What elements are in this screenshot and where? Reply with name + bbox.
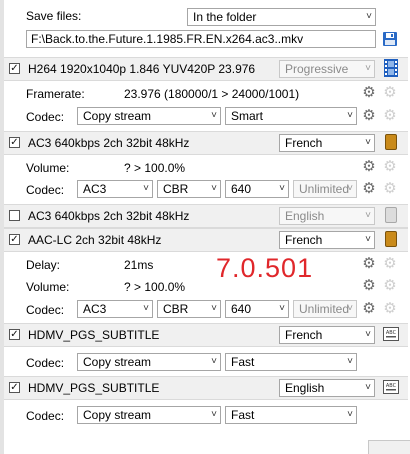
svg-text:ABC: ABC xyxy=(386,383,397,389)
chevron-down-icon: ˅ xyxy=(279,303,285,314)
sub1-track-checkbox[interactable]: ✓ xyxy=(9,329,20,340)
audio3-volume-label: Volume: xyxy=(26,280,70,294)
chevron-down-icon: ˅ xyxy=(143,303,149,314)
save-files-label: Save files: xyxy=(26,9,82,23)
chevron-down-icon: ˅ xyxy=(366,11,372,22)
gear-icon[interactable]: ⚙ xyxy=(361,256,377,272)
gear-icon[interactable]: ⚙ xyxy=(382,278,398,294)
sub2-track-title: HDMV_PGS_SUBTITLE xyxy=(28,381,160,395)
save-mode-select[interactable]: In the folder ˅ xyxy=(187,8,376,26)
chevron-down-icon: ˅ xyxy=(365,329,371,340)
audio1-volume-value: ? > 100.0% xyxy=(124,161,186,175)
sub1-codec-select[interactable]: Copy stream ˅ xyxy=(77,353,221,371)
audio1-volume-label: Volume: xyxy=(26,161,70,175)
gear-icon[interactable]: ⚙ xyxy=(361,159,377,175)
sub1-language-select[interactable]: French ˅ xyxy=(279,326,375,344)
audio3-ratemode-select[interactable]: CBR ˅ xyxy=(157,300,221,318)
audio3-limit-select[interactable]: Unlimited ˅ xyxy=(293,300,357,318)
audio-speaker-icon xyxy=(385,207,397,223)
chevron-down-icon: ˅ xyxy=(211,356,217,367)
chevron-down-icon: ˅ xyxy=(347,409,353,420)
gear-icon[interactable]: ⚙ xyxy=(361,108,377,124)
chevron-down-icon: ˅ xyxy=(211,183,217,194)
chevron-down-icon: ˅ xyxy=(347,183,353,194)
audio2-language-select[interactable]: English ˅ xyxy=(279,207,375,225)
bottom-panel-edge xyxy=(368,440,410,454)
audio1-bitrate-select[interactable]: 640 ˅ xyxy=(225,180,289,198)
gear-icon[interactable]: ⚙ xyxy=(361,301,377,317)
video-codec-select[interactable]: Copy stream ˅ xyxy=(77,107,221,125)
gear-icon[interactable]: ⚙ xyxy=(382,85,398,101)
chevron-down-icon: ˅ xyxy=(347,303,353,314)
sub1-mode-select[interactable]: Fast ˅ xyxy=(225,353,357,371)
sub2-codec-select[interactable]: Copy stream ˅ xyxy=(77,406,221,424)
audio1-limit-select[interactable]: Unlimited ˅ xyxy=(293,180,357,198)
audio3-track-checkbox[interactable]: ✓ xyxy=(9,234,20,245)
video-mode-select[interactable]: Smart ˅ xyxy=(225,107,357,125)
audio1-language-select[interactable]: French ˅ xyxy=(279,134,375,152)
audio2-track-title: AC3 640kbps 2ch 32bit 48kHz xyxy=(28,209,190,223)
gear-icon[interactable]: ⚙ xyxy=(382,108,398,124)
chevron-down-icon: ˅ xyxy=(143,183,149,194)
audio2-track-checkbox[interactable] xyxy=(9,210,20,221)
subtitle-icon: ABC xyxy=(383,380,399,394)
svg-text:ABC: ABC xyxy=(386,330,397,336)
chevron-down-icon: ˅ xyxy=(347,110,353,121)
version-watermark: 7.0.501 xyxy=(216,253,314,283)
audio3-delay-label: Delay: xyxy=(26,258,61,272)
framerate-label: Framerate: xyxy=(26,87,85,101)
audio3-volume-value: ? > 100.0% xyxy=(124,280,186,294)
audio3-bitrate-select[interactable]: 640 ˅ xyxy=(225,300,289,318)
audio-speaker-icon xyxy=(385,231,397,247)
audio1-ratemode-select[interactable]: CBR ˅ xyxy=(157,180,221,198)
subtitle-icon: ABC xyxy=(383,327,399,341)
film-icon xyxy=(384,59,398,77)
video-track-checkbox[interactable]: ✓ xyxy=(9,63,20,74)
output-path-field[interactable]: F:\Back.to.the.Future.1.1985.FR.EN.x264.… xyxy=(26,30,376,48)
gear-icon[interactable]: ⚙ xyxy=(382,181,398,197)
audio1-codec-select[interactable]: AC3 ˅ xyxy=(77,180,153,198)
chevron-down-icon: ˅ xyxy=(365,234,371,245)
sub1-track-title: HDMV_PGS_SUBTITLE xyxy=(28,328,160,342)
gear-icon[interactable]: ⚙ xyxy=(382,301,398,317)
chevron-down-icon: ˅ xyxy=(211,303,217,314)
chevron-down-icon: ˅ xyxy=(365,63,371,74)
sub1-codec-label: Codec: xyxy=(26,356,65,370)
video-track-title: H264 1920x1040p 1.846 YUV420P 23.976 xyxy=(28,62,256,76)
chevron-down-icon: ˅ xyxy=(365,382,371,393)
save-floppy-icon[interactable] xyxy=(382,31,398,47)
video-codec-label: Codec: xyxy=(26,110,65,124)
sub2-mode-select[interactable]: Fast ˅ xyxy=(225,406,357,424)
chevron-down-icon: ˅ xyxy=(365,137,371,148)
gear-icon[interactable]: ⚙ xyxy=(361,85,377,101)
sub2-codec-label: Codec: xyxy=(26,409,65,423)
audio3-delay-value: 21ms xyxy=(124,258,154,272)
sub2-language-select[interactable]: English ˅ xyxy=(279,379,375,397)
audio3-track-title: AAC-LC 2ch 32bit 48kHz xyxy=(28,233,162,247)
framerate-value: 23.976 (180000/1 > 24000/1001) xyxy=(124,87,300,101)
video-scan-select[interactable]: Progressive ˅ xyxy=(279,60,375,78)
chevron-down-icon: ˅ xyxy=(211,110,217,121)
gear-icon[interactable]: ⚙ xyxy=(361,181,377,197)
audio3-codec-select[interactable]: AC3 ˅ xyxy=(77,300,153,318)
audio1-track-checkbox[interactable]: ✓ xyxy=(9,137,20,148)
audio1-track-title: AC3 640kbps 2ch 32bit 48kHz xyxy=(28,136,190,150)
chevron-down-icon: ˅ xyxy=(279,183,285,194)
audio3-language-select[interactable]: French ˅ xyxy=(279,231,375,249)
gear-icon[interactable]: ⚙ xyxy=(382,159,398,175)
audio3-codec-label: Codec: xyxy=(26,303,65,317)
chevron-down-icon: ˅ xyxy=(365,210,371,221)
sub2-track-checkbox[interactable]: ✓ xyxy=(9,382,20,393)
chevron-down-icon: ˅ xyxy=(211,409,217,420)
gear-icon[interactable]: ⚙ xyxy=(382,256,398,272)
audio-speaker-icon xyxy=(385,134,397,150)
gear-icon[interactable]: ⚙ xyxy=(361,278,377,294)
audio1-codec-label: Codec: xyxy=(26,183,65,197)
chevron-down-icon: ˅ xyxy=(347,356,353,367)
